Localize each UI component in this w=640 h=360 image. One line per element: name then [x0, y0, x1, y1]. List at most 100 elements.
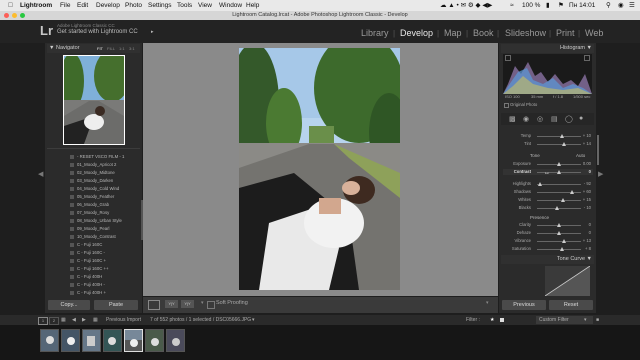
slider-knob[interactable]: [562, 142, 566, 146]
tone-curve-header[interactable]: Tone Curve ▼: [501, 255, 594, 264]
slider-vibrance[interactable]: Vibrance + 13: [503, 238, 593, 244]
before-after-toggle-icon[interactable]: Y|Y: [181, 300, 194, 308]
navigator-preview[interactable]: [63, 55, 125, 145]
preset-item[interactable]: 02_Moody_Midtone: [70, 170, 115, 176]
highlight-clipping-icon[interactable]: [584, 55, 590, 61]
module-map[interactable]: Map: [444, 28, 462, 38]
slider-knob[interactable]: [561, 198, 565, 202]
before-after-icon[interactable]: Y|Y: [165, 300, 178, 308]
slider-blacks[interactable]: Blacks - 10: [503, 205, 593, 211]
toolbar-menu-icon[interactable]: ▾: [486, 300, 489, 306]
slider-whites[interactable]: Whites + 15: [503, 197, 593, 203]
star-filter-icon[interactable]: ★: [490, 315, 494, 325]
page-1-button[interactable]: 1: [38, 317, 48, 325]
menu-lightroom[interactable]: Lightroom: [20, 0, 52, 11]
preset-item[interactable]: 10_Moody_Contrast: [70, 234, 116, 240]
filter-dropdown-icon[interactable]: ▾: [584, 315, 587, 325]
navigator-header[interactable]: ▼ Navigator FIT FILL 1:1 3:1: [47, 44, 140, 53]
preset-item[interactable]: C - Fuji 160C -: [70, 250, 105, 256]
right-panel-scrollbar[interactable]: [597, 135, 599, 165]
preset-item[interactable]: 04_Moody_Cold Wind: [70, 186, 119, 192]
menu-photo[interactable]: Photo: [125, 0, 142, 11]
grid-view-icon[interactable]: ▦: [61, 315, 66, 325]
filmstrip-thumbnail[interactable]: [166, 329, 185, 352]
filmstrip-thumbnail-selected[interactable]: [124, 329, 143, 352]
zoom-window-button[interactable]: [20, 13, 25, 18]
filter-lock-icon[interactable]: ■: [596, 315, 599, 325]
slider-track[interactable]: [537, 241, 581, 242]
preset-item[interactable]: 01_Moody_Apricot 2: [70, 162, 116, 168]
loupe-view-icon[interactable]: [148, 300, 160, 310]
preset-item[interactable]: 09_Moody_Pearl: [70, 226, 110, 232]
tone-curve-graph[interactable]: [544, 265, 591, 297]
clock[interactable]: Пн 14:01: [569, 0, 595, 11]
filmstrip-thumbnail[interactable]: [40, 329, 59, 352]
search-icon[interactable]: ⚲: [606, 0, 611, 11]
slider-dehaze[interactable]: Dehaze 0: [503, 230, 593, 236]
slider-shadows[interactable]: Shadows + 60: [503, 189, 593, 195]
minimize-window-button[interactable]: [12, 13, 17, 18]
slider-value[interactable]: + 8: [585, 246, 591, 251]
slider-tint[interactable]: Tint + 14: [503, 141, 593, 147]
filmstrip-thumbnail[interactable]: [145, 329, 164, 352]
soft-proofing-checkbox[interactable]: [207, 301, 215, 309]
slider-knob[interactable]: [557, 170, 561, 174]
flag-filter-icon[interactable]: [500, 318, 504, 322]
previous-button[interactable]: Previous: [502, 300, 546, 310]
preset-item[interactable]: 06_Moody_Grab: [70, 202, 109, 208]
flag-icon[interactable]: ⚑: [558, 0, 564, 11]
info-dropdown-icon[interactable]: ▾: [252, 315, 255, 325]
slider-value[interactable]: - 10: [584, 205, 591, 210]
identity-arrow-icon[interactable]: ▸: [151, 29, 154, 35]
slider-knob[interactable]: [562, 239, 566, 243]
filmstrip-thumbnail[interactable]: [61, 329, 80, 352]
module-develop[interactable]: Develop: [400, 28, 433, 38]
dropdown-icon[interactable]: ▾: [201, 300, 204, 306]
module-slideshow[interactable]: Slideshow: [505, 28, 546, 38]
menu-edit[interactable]: Edit: [77, 0, 88, 11]
module-web[interactable]: Web: [585, 28, 603, 38]
preset-item[interactable]: C - Fuji 400H: [70, 274, 102, 280]
right-panel-toggle-icon[interactable]: ▶: [598, 170, 603, 178]
menu-develop[interactable]: Develop: [96, 0, 120, 11]
filmstrip-grid-icon[interactable]: ▦: [93, 315, 98, 325]
slider-knob[interactable]: [570, 190, 574, 194]
slider-value[interactable]: - 92: [584, 181, 591, 186]
histogram-header[interactable]: Histogram ▼: [501, 44, 594, 53]
preset-item[interactable]: 08_Moody_Urban Style: [70, 218, 122, 224]
preset-item[interactable]: C - Fuji 160C: [70, 242, 102, 248]
slider-value[interactable]: + 15: [583, 197, 591, 202]
spot-removal-icon[interactable]: ◉: [523, 115, 529, 123]
preset-item[interactable]: C - Fuji 160C ++: [70, 266, 109, 272]
adjustment-brush-icon[interactable]: ●: [579, 115, 583, 122]
slider-value[interactable]: 0.00: [583, 161, 591, 166]
module-library[interactable]: Library: [361, 28, 389, 38]
left-panel-toggle-icon[interactable]: ◀: [38, 170, 43, 178]
slider-knob[interactable]: [557, 223, 561, 227]
menu-help[interactable]: Help: [246, 0, 259, 11]
back-arrow-icon[interactable]: ◀: [72, 315, 76, 325]
zoom-1-1[interactable]: 1:1: [119, 44, 125, 53]
zoom-3-1[interactable]: 3:1: [129, 44, 135, 53]
slider-value[interactable]: 0: [589, 169, 591, 174]
filmstrip-source[interactable]: Previous Import: [106, 315, 141, 325]
slider-value[interactable]: + 14: [583, 141, 591, 146]
slider-track[interactable]: [537, 208, 581, 209]
slider-value[interactable]: 0: [589, 230, 591, 235]
histogram[interactable]: [503, 54, 592, 94]
module-print[interactable]: Print: [556, 28, 575, 38]
slider-track[interactable]: [537, 136, 581, 137]
slider-saturation[interactable]: Saturation + 8: [503, 246, 593, 252]
slider-exposure[interactable]: Exposure 0.00: [503, 161, 593, 167]
slider-clarity[interactable]: Clarity 0: [503, 222, 593, 228]
slider-track[interactable]: [537, 192, 581, 193]
slider-knob[interactable]: [560, 134, 564, 138]
crop-tool-icon[interactable]: ▩: [509, 115, 516, 123]
slider-value[interactable]: + 10: [583, 133, 591, 138]
auto-tone-button[interactable]: Auto: [576, 153, 585, 158]
menu-settings[interactable]: Settings: [148, 0, 172, 11]
forward-arrow-icon[interactable]: ▶: [82, 315, 86, 325]
slider-knob[interactable]: [560, 247, 564, 251]
slider-knob[interactable]: [538, 182, 542, 186]
slider-knob[interactable]: [557, 162, 561, 166]
